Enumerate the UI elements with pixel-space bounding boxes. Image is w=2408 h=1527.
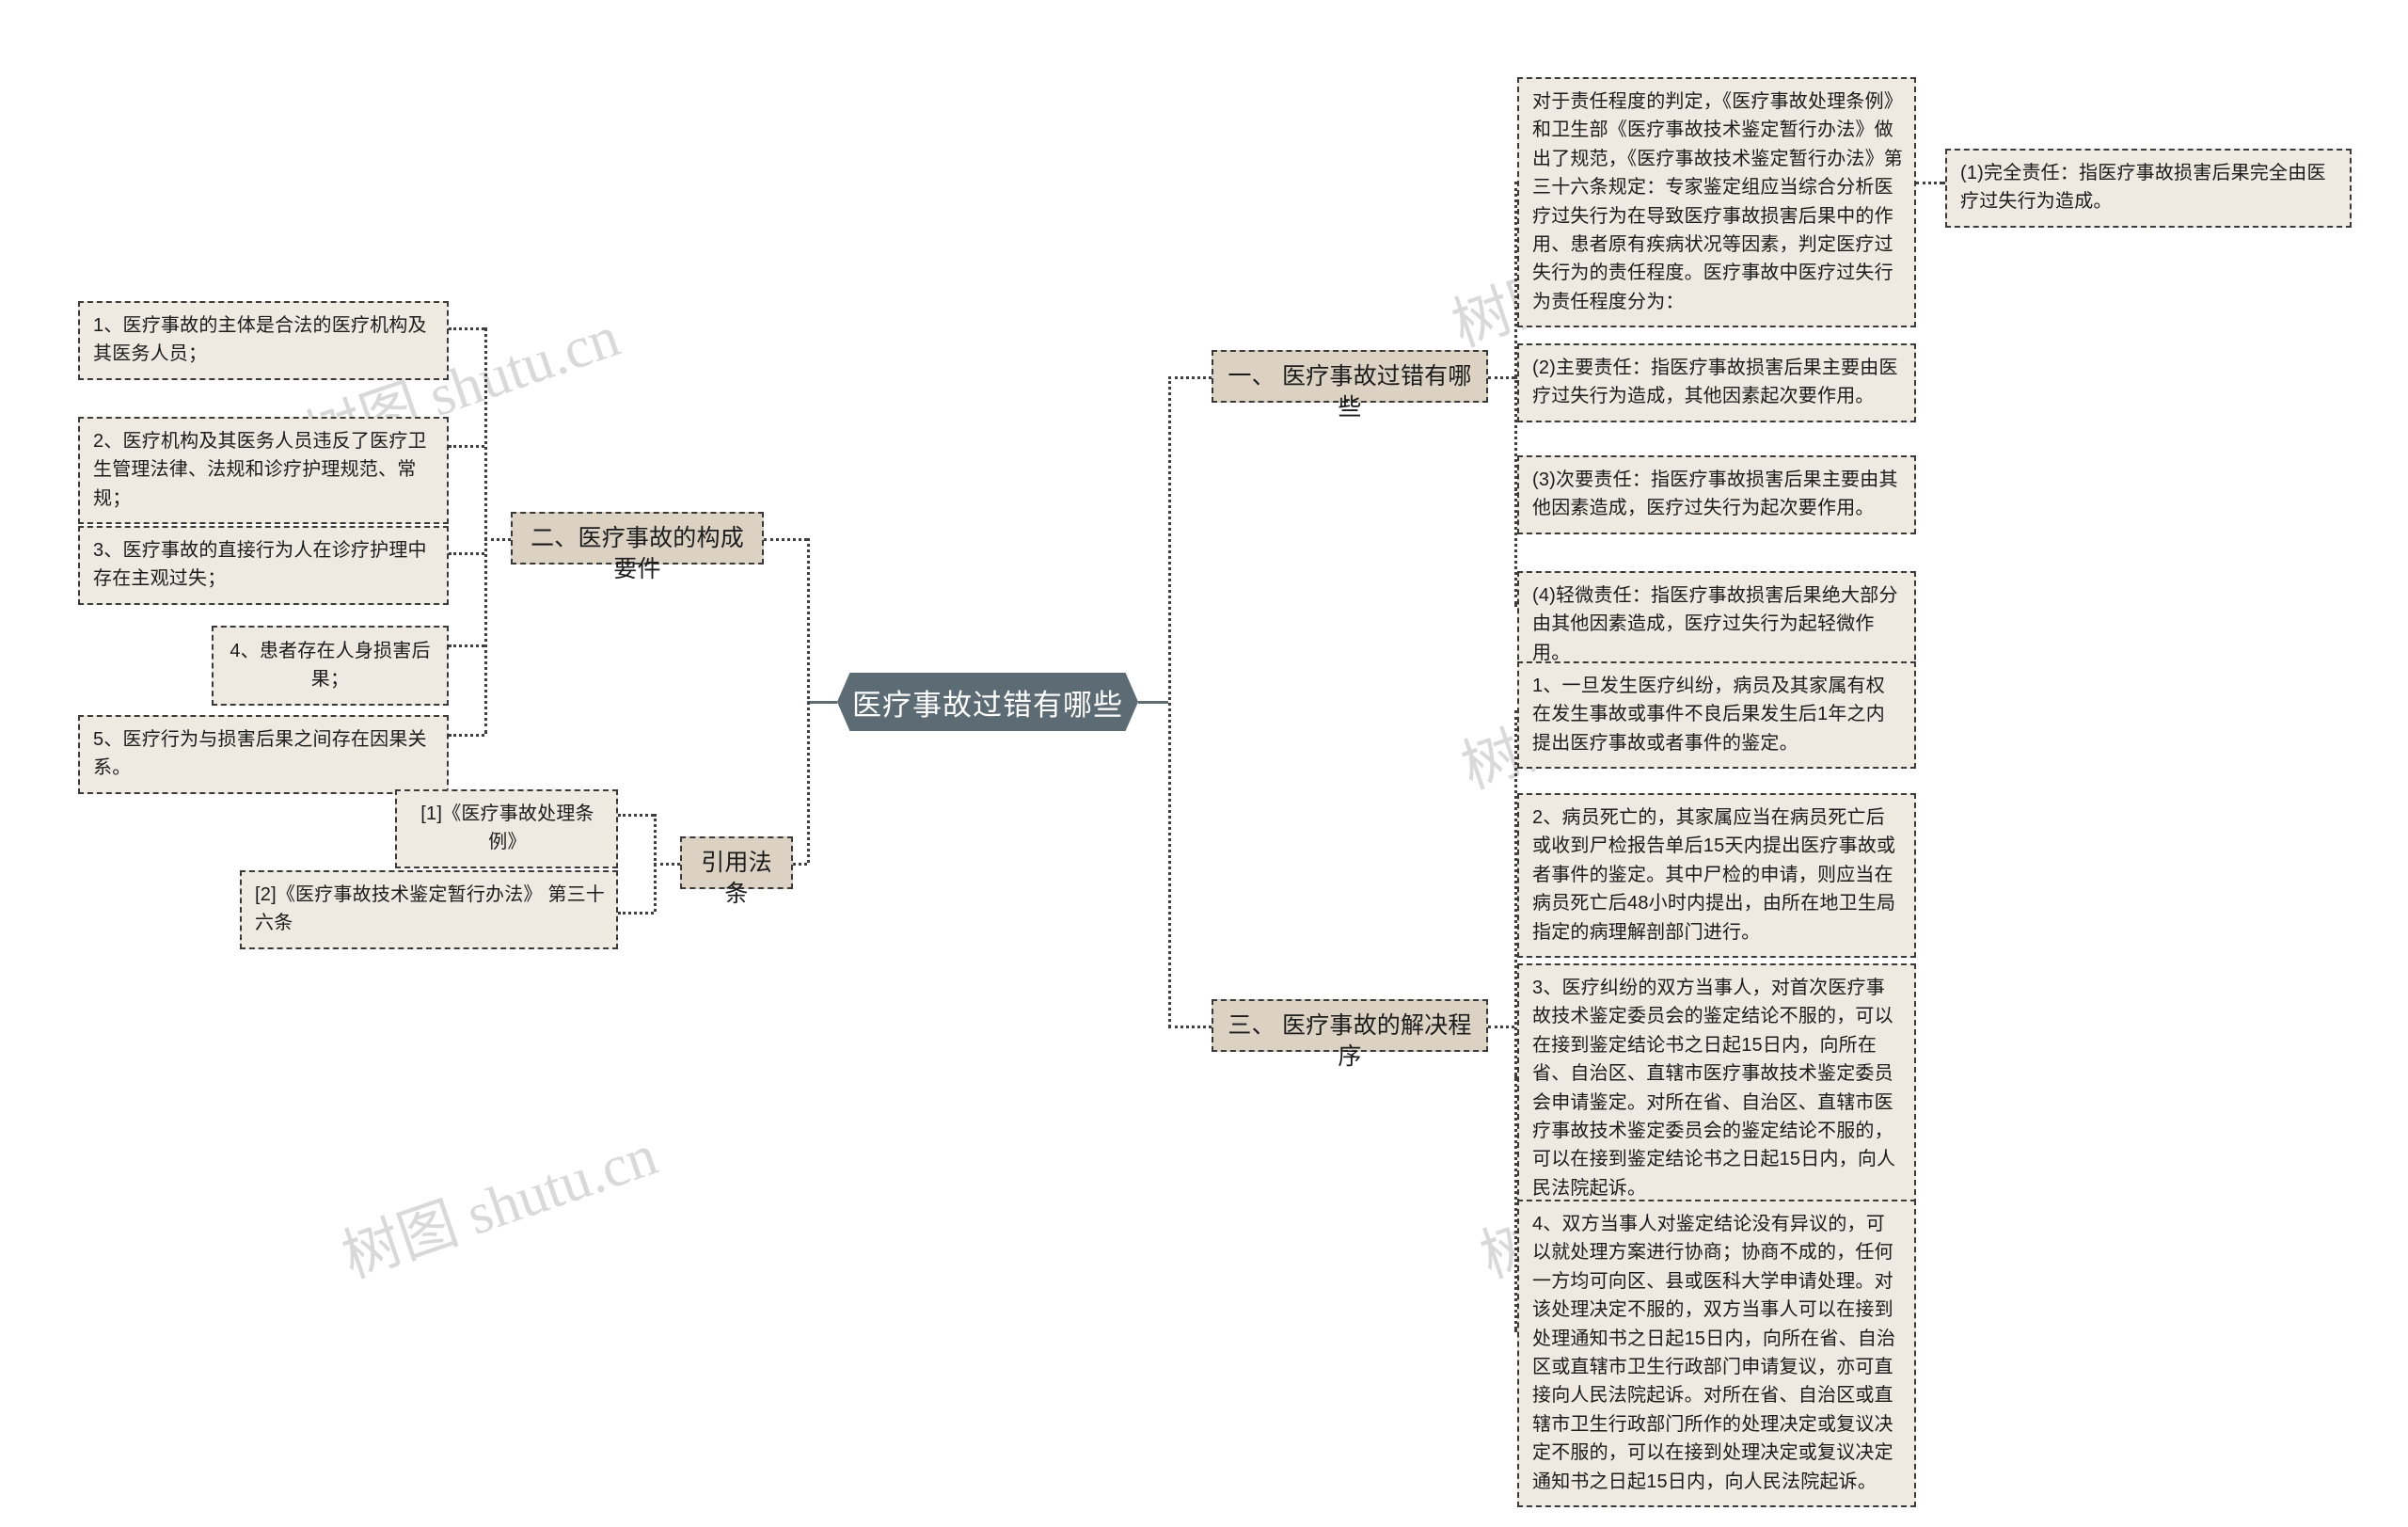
b4-out-stub [654,863,680,866]
b4-child-2-text: [2]《医疗事故技术鉴定暂行办法》 第三十六条 [255,884,605,934]
b1-child-1[interactable]: 对于责任程度的判定，《医疗事故处理条例》和卫生部《医疗事故技术鉴定暂行办法》做出… [1517,77,1916,328]
b1-child-2-text: (2)主要责任：指医疗事故损害后果主要由医疗过失行为造成，其他因素起次要作用。 [1532,358,1898,407]
b3-child-3[interactable]: 3、医疗纠纷的双方当事人，对首次医疗事故技术鉴定委员会的鉴定结论不服的，可以在接… [1517,963,1916,1215]
b1-child-1-text: 对于责任程度的判定，《医疗事故处理条例》和卫生部《医疗事故技术鉴定暂行办法》做出… [1532,91,1903,312]
b3-child-4-text: 4、双方当事人对鉴定结论没有异议的，可以就处理方案进行协商；协商不成的，任何一方… [1532,1214,1896,1492]
b3-child-1-text: 1、一旦发生医疗纠纷，病员及其家属有权在发生事故或事件不良后果发生后1年之内提出… [1532,676,1885,754]
b4-child-1[interactable]: [1]《医疗事故处理条例》 [395,789,618,868]
left-trunk-stub-b2 [764,538,807,541]
b4-child-stub-2 [618,912,654,915]
b3-child-1[interactable]: 1、一旦发生医疗纠纷，病员及其家属有权在发生事故或事件不良后果发生后1年之内提出… [1517,661,1916,770]
branch-heading-2[interactable]: 二、医疗事故的构成要件 [511,512,764,582]
branch-heading-4-label: 引用法条 [701,850,772,907]
b3-child-2-text: 2、病员死亡的，其家属应当在病员死亡后或收到尸检报告单后15天内提出医疗事故或者… [1532,807,1896,943]
branch-heading-3-label: 三、 医疗事故的解决程序 [1228,1012,1472,1070]
b2-child-5-text: 5、医疗行为与损害后果之间存在因果关系。 [93,729,427,779]
b1-child-3-text: (3)次要责任：指医疗事故损害后果主要由其他因素造成，医疗过失行为起次要作用。 [1532,469,1898,519]
b3-child-2[interactable]: 2、病员死亡的，其家属应当在病员死亡后或收到尸检报告单后15天内提出医疗事故或者… [1517,793,1916,958]
b2-child-2[interactable]: 2、医疗机构及其医务人员违反了医疗卫生管理法律、法规和诊疗护理规范、常规； [78,417,449,525]
b2-child-stub-4 [449,644,484,647]
b2-child-stub-2 [449,445,484,448]
b2-out-stub [484,538,511,541]
b1-grandchild-1[interactable]: (1)完全责任：指医疗事故损害后果完全由医疗过失行为造成。 [1945,149,2352,228]
b2-child-1-text: 1、医疗事故的主体是合法的医疗机构及其医务人员； [93,315,427,365]
branch-heading-3[interactable]: 三、 医疗事故的解决程序 [1212,999,1488,1070]
b1-grandchild-1-text: (1)完全责任：指医疗事故损害后果完全由医疗过失行为造成。 [1960,163,2326,213]
root-node[interactable]: 医疗事故过错有哪些 [837,673,1138,731]
right-trunk-stub-b3 [1168,1026,1212,1028]
b2-child-3-text: 3、医疗事故的直接行为人在诊疗护理中存在主观过失； [93,540,427,590]
b1-child-2[interactable]: (2)主要责任：指医疗事故损害后果主要由医疗过失行为造成，其他因素起次要作用。 [1517,343,1916,422]
b2-child-stub-1 [449,327,484,330]
root-right-stub [1138,701,1168,704]
b3-child-3-text: 3、医疗纠纷的双方当事人，对首次医疗事故技术鉴定委员会的鉴定结论不服的，可以在接… [1532,978,1896,1199]
b2-child-1[interactable]: 1、医疗事故的主体是合法的医疗机构及其医务人员； [78,301,449,380]
root-left-stub [807,701,837,704]
root-label: 医疗事故过错有哪些 [852,688,1123,722]
b2-child-3[interactable]: 3、医疗事故的直接行为人在诊疗护理中存在主观过失； [78,526,449,605]
mindmap-canvas: 树图 shutu.cn 树图 shutu.cn 树图 shutu.cn 树图 s… [0,0,2408,1527]
b2-child-stub-3 [449,552,484,555]
right-trunk-stub-b1 [1168,376,1212,379]
b1-out-stub [1488,376,1514,379]
branch-heading-1-label: 一、 医疗事故过错有哪些 [1228,363,1472,421]
b1-child-3[interactable]: (3)次要责任：指医疗事故损害后果主要由其他因素造成，医疗过失行为起次要作用。 [1517,455,1916,534]
watermark: 树图 shutu.cn [334,1122,665,1291]
b4-child-1-text: [1]《医疗事故处理条例》 [420,803,594,853]
b2-child-stub-5 [449,734,484,737]
branch-heading-1[interactable]: 一、 医疗事故过错有哪些 [1212,350,1488,421]
b3-child-4[interactable]: 4、双方当事人对鉴定结论没有异议的，可以就处理方案进行协商；协商不成的，任何一方… [1517,1200,1916,1507]
b3-out-stub [1488,1026,1514,1028]
b2-child-2-text: 2、医疗机构及其医务人员违反了医疗卫生管理法律、法规和诊疗护理规范、常规； [93,431,427,509]
b1-child-4-text: (4)轻微责任：指医疗事故损害后果绝大部分由其他因素造成，医疗过失行为起轻微作用… [1532,585,1898,663]
b2-child-5[interactable]: 5、医疗行为与损害后果之间存在因果关系。 [78,715,449,794]
branch-heading-4[interactable]: 引用法条 [680,836,793,907]
b1-c1-out-stub [1916,182,1942,184]
b4-child-trunk [654,814,657,912]
b2-child-trunk [484,327,487,734]
b2-child-4[interactable]: 4、患者存在人身损害后果； [212,626,449,706]
b4-child-2[interactable]: [2]《医疗事故技术鉴定暂行办法》 第三十六条 [240,870,618,949]
branch-heading-2-label: 二、医疗事故的构成要件 [531,525,744,582]
b2-child-4-text: 4、患者存在人身损害后果； [230,641,431,691]
right-trunk [1168,376,1171,1027]
b4-child-stub-1 [618,814,654,817]
left-trunk [807,538,810,863]
